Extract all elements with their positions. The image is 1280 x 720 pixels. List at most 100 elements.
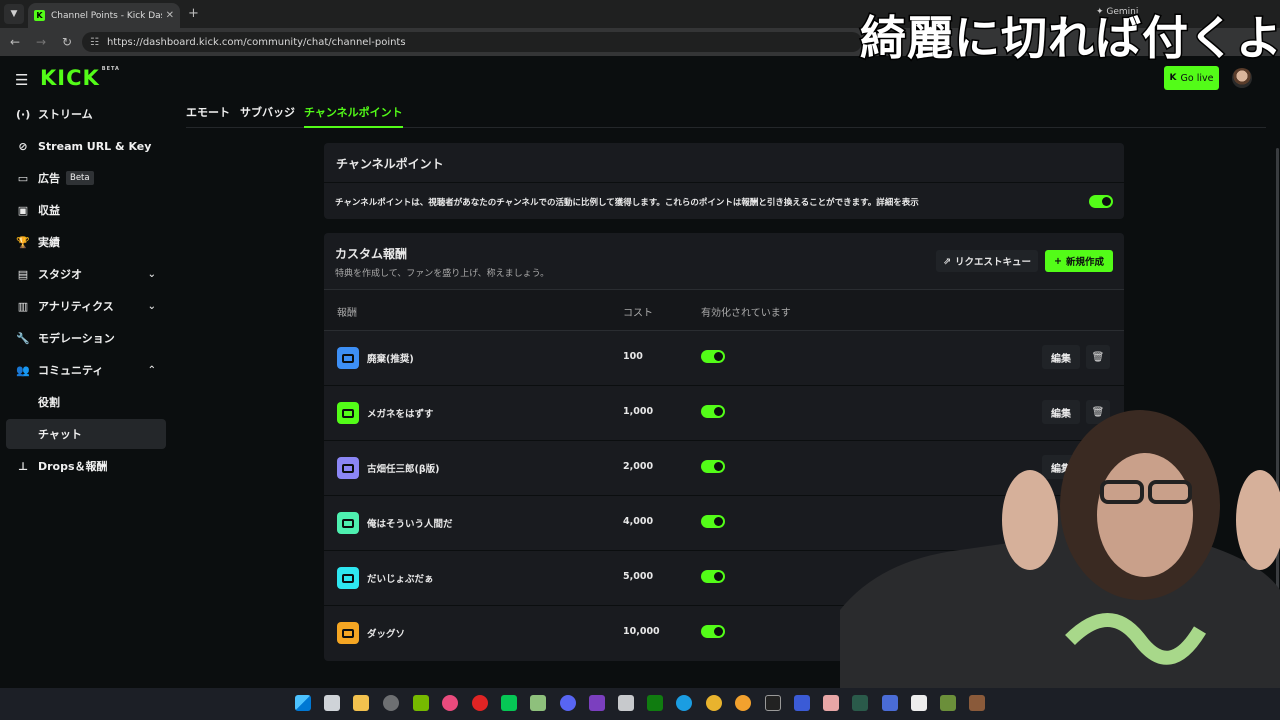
windows-start-icon[interactable]: [295, 695, 311, 711]
sidebar-item-label: 収益: [38, 204, 60, 217]
channel-points-toggle[interactable]: [1089, 195, 1113, 208]
sidebar-item-roles[interactable]: 役割: [6, 387, 166, 417]
ticket-icon: [337, 347, 359, 369]
wrench-icon: 🔧: [16, 331, 30, 345]
reward-enabled-toggle[interactable]: [701, 405, 725, 418]
reward-name: メガネをはずす: [367, 409, 434, 420]
browser-tab[interactable]: K Channel Points - Kick Dashboard ✕: [28, 3, 180, 28]
channel-points-description: チャンネルポイントは、視聴者があなたのチャンネルでの活動に比例して獲得します。こ…: [335, 198, 919, 208]
edge-icon[interactable]: [676, 695, 692, 711]
avatar[interactable]: [1232, 68, 1252, 88]
obs-icon[interactable]: [383, 695, 399, 711]
sidebar-item-stream-url-key[interactable]: ⊘ Stream URL & Key: [6, 131, 166, 161]
sidebar-item-ads[interactable]: ▭ 広告 Beta: [6, 163, 166, 193]
sidebar-item-label: ストリーム: [38, 108, 93, 121]
reward-cost: 10,000: [623, 626, 660, 637]
chrome-icon[interactable]: [706, 695, 722, 711]
line-icon[interactable]: [501, 695, 517, 711]
kick-logo[interactable]: KICK BETA: [40, 66, 120, 90]
sidebar-item-analytics[interactable]: ▥ アナリティクス ⌄: [6, 291, 166, 321]
back-icon[interactable]: ←: [4, 35, 26, 49]
sidebar-item-studio[interactable]: ▤ スタジオ ⌄: [6, 259, 166, 289]
tab-sub-badges[interactable]: サブバッジ: [240, 104, 295, 128]
reward-enabled-toggle[interactable]: [701, 460, 725, 473]
address-bar[interactable]: ☷ https://dashboard.kick.com/community/c…: [82, 32, 862, 52]
discord-icon[interactable]: [560, 695, 576, 711]
beta-badge: Beta: [66, 171, 94, 185]
studio-icon: ▤: [17, 267, 29, 281]
sidebar-item-revenue[interactable]: ▣ 収益: [6, 195, 166, 225]
site-info-icon[interactable]: ☷: [90, 37, 99, 48]
menu-icon[interactable]: ☰: [15, 71, 28, 89]
paint-icon[interactable]: [823, 695, 839, 711]
app-icon[interactable]: [735, 695, 751, 711]
file-explorer-icon[interactable]: [353, 695, 369, 711]
link-icon: ⊘: [18, 139, 28, 153]
custom-rewards-subtitle: 特典を作成して、ファンを盛り上げ、称えましょう。: [335, 269, 550, 279]
app-icon[interactable]: [882, 695, 898, 711]
sidebar-item-drops-rewards[interactable]: ⊥ Drops＆報酬: [6, 451, 166, 481]
reward-enabled-toggle[interactable]: [701, 515, 725, 528]
reward-enabled-toggle[interactable]: [701, 625, 725, 638]
ticket-icon: [337, 457, 359, 479]
app-icon[interactable]: [765, 695, 781, 711]
sidebar-item-moderation[interactable]: 🔧 モデレーション: [6, 323, 166, 353]
trash-icon[interactable]: 🗑: [1086, 345, 1110, 369]
sidebar-item-chat[interactable]: チャット: [6, 419, 166, 449]
close-tab-icon[interactable]: ✕: [166, 10, 174, 21]
new-reward-button[interactable]: + 新規作成: [1045, 250, 1113, 272]
new-tab-icon[interactable]: +: [188, 6, 199, 21]
reward-cost: 4,000: [623, 516, 654, 527]
tab-search-icon[interactable]: ▼: [4, 4, 24, 24]
sidebar-item-label: スタジオ: [38, 268, 82, 281]
column-enabled: 有効化されています: [701, 308, 791, 319]
logo-text: KICK: [40, 66, 100, 90]
app-icon[interactable]: [794, 695, 810, 711]
reward-name: ダッグソ: [367, 629, 406, 640]
nvidia-icon[interactable]: [413, 695, 429, 711]
reward-name: 古畑任三郎(β版): [367, 464, 440, 475]
minecraft-icon[interactable]: [940, 695, 956, 711]
go-live-button[interactable]: K Go live: [1164, 66, 1219, 90]
tab-emotes[interactable]: エモート: [186, 104, 230, 128]
sidebar-item-label: コミュニティ: [38, 364, 104, 377]
go-live-label: Go live: [1180, 72, 1214, 84]
vim-icon[interactable]: [530, 695, 546, 711]
sidebar-item-community[interactable]: 👥 コミュニティ ⌃: [6, 355, 166, 385]
webcam-overlay: [840, 410, 1280, 690]
address-url: https://dashboard.kick.com/community/cha…: [106, 36, 406, 48]
new-reward-label: 新規作成: [1065, 257, 1104, 268]
app-icon[interactable]: [442, 695, 458, 711]
browser-tab-title: Channel Points - Kick Dashboard: [51, 10, 162, 21]
reward-cost: 2,000: [623, 461, 654, 472]
analytics-icon: ▥: [17, 299, 29, 313]
community-icon: 👥: [16, 363, 30, 377]
ticket-icon: [337, 402, 359, 424]
forward-icon[interactable]: →: [30, 35, 52, 49]
broadcast-icon: (·): [16, 107, 31, 121]
capcut-icon[interactable]: [911, 695, 927, 711]
task-view-icon[interactable]: [324, 695, 340, 711]
record-icon[interactable]: [472, 695, 488, 711]
reload-icon[interactable]: ↻: [56, 35, 78, 49]
request-queue-button[interactable]: ⇗ リクエストキュー: [936, 250, 1038, 272]
reward-enabled-toggle[interactable]: [701, 350, 725, 363]
rewards-table-header: 報酬 コスト 有効化されています: [324, 289, 1124, 331]
app-icon[interactable]: [969, 695, 985, 711]
app-icon[interactable]: [852, 695, 868, 711]
column-cost: コスト: [623, 308, 653, 319]
reward-enabled-toggle[interactable]: [701, 570, 725, 583]
reward-cost: 5,000: [623, 571, 654, 582]
sidebar-item-label: Stream URL & Key: [38, 139, 152, 153]
app-icon[interactable]: [618, 695, 634, 711]
sidebar-item-label: 実績: [38, 236, 60, 249]
reward-name: 俺はそういう人間だ: [367, 519, 453, 530]
sidebar-item-achievements[interactable]: 🏆 実績: [6, 227, 166, 257]
sidebar-item-label: 役割: [38, 396, 60, 409]
sidebar-item-stream[interactable]: (·) ストリーム: [6, 99, 166, 129]
custom-rewards-title: カスタム報酬: [335, 247, 408, 261]
app-icon[interactable]: [589, 695, 605, 711]
edit-button[interactable]: 編集: [1042, 345, 1080, 369]
tab-channel-points[interactable]: チャンネルポイント: [304, 104, 403, 128]
xbox-icon[interactable]: [647, 695, 663, 711]
